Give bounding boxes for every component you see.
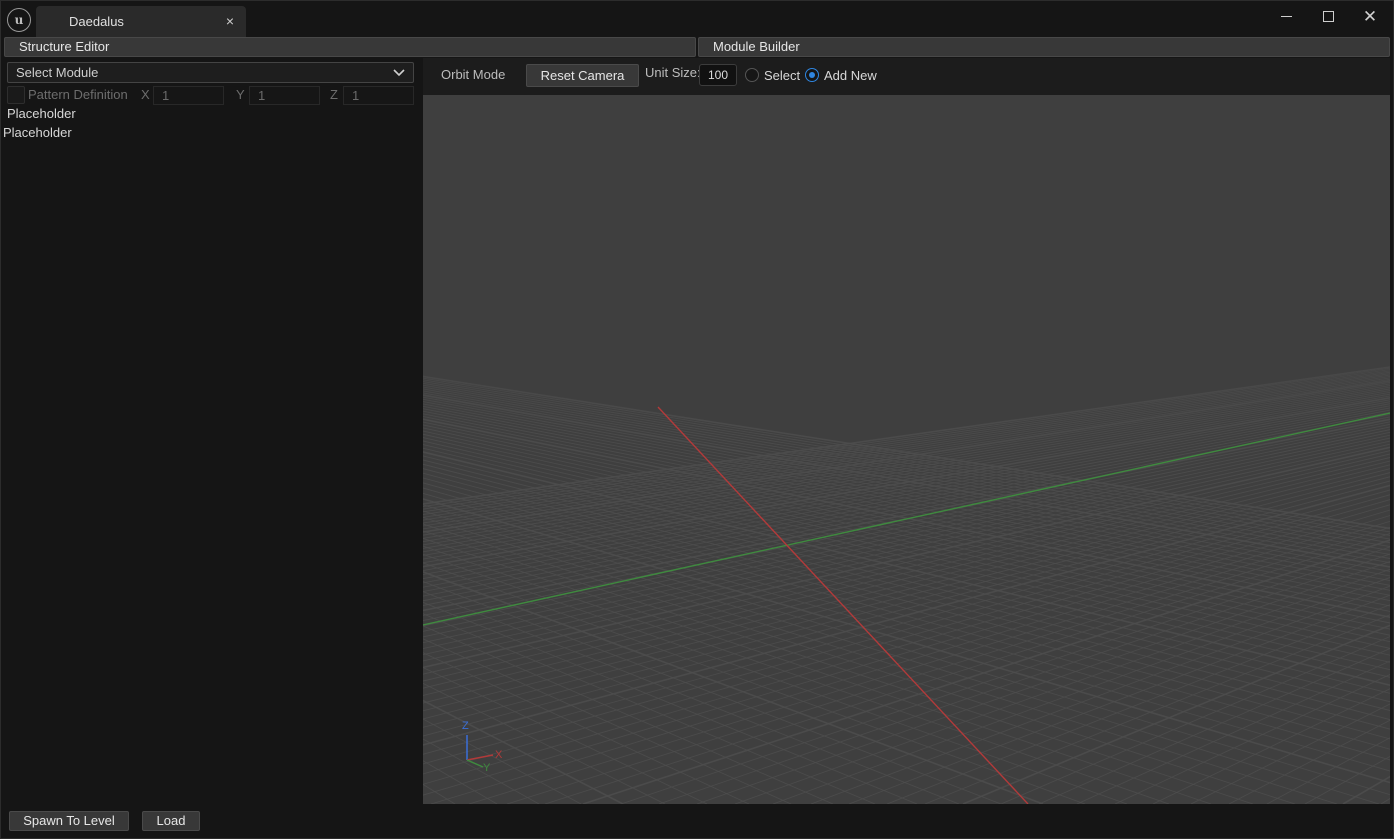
add-new-mode-radio[interactable] (805, 68, 819, 82)
title-bar: u Daedalus × ✕ (0, 0, 1394, 38)
module-builder-header: Module Builder (698, 37, 1390, 57)
pattern-y-input[interactable]: 1 (249, 86, 320, 105)
pattern-definition-row: Pattern Definition X 1 Y 1 Z 1 (7, 86, 417, 106)
tab-close-icon[interactable]: × (226, 13, 234, 29)
gizmo-x-line (466, 754, 494, 761)
structure-editor-header: Structure Editor (4, 37, 696, 57)
unit-size-input[interactable]: 100 (699, 64, 737, 86)
3d-viewport[interactable]: Z X Y (423, 95, 1390, 804)
list-item: Placeholder (3, 125, 72, 140)
pattern-definition-checkbox[interactable] (7, 86, 25, 104)
x-label: X (141, 87, 150, 102)
load-button[interactable]: Load (142, 811, 200, 831)
gizmo-y-label: Y (483, 762, 491, 774)
unit-size-label: Unit Size: (645, 65, 701, 80)
gizmo-y-line (466, 759, 484, 768)
list-item: Placeholder (7, 106, 76, 121)
pattern-definition-label: Pattern Definition (28, 87, 128, 102)
pattern-x-input[interactable]: 1 (153, 86, 224, 105)
minimize-button[interactable] (1265, 5, 1307, 27)
gizmo-x-label: X (495, 749, 503, 761)
select-mode-radio[interactable] (745, 68, 759, 82)
structure-editor-panel: Select Module Pattern Definition X 1 Y 1… (3, 58, 422, 804)
maximize-button[interactable] (1307, 5, 1349, 27)
z-label: Z (330, 87, 338, 102)
close-icon: ✕ (1362, 6, 1378, 26)
minimize-icon (1280, 15, 1292, 17)
chevron-down-icon (393, 63, 405, 77)
add-new-mode-label[interactable]: Add New (824, 68, 877, 83)
viewport-toolbar: Orbit Mode Reset Camera Unit Size: 100 S… (423, 58, 1390, 95)
viewport-scene: Z X Y (423, 95, 1390, 804)
floor-grid (423, 95, 1390, 804)
unreal-logo-icon: u (7, 8, 31, 32)
select-module-dropdown[interactable]: Select Module (7, 62, 414, 83)
maximize-icon (1322, 10, 1334, 22)
select-module-value: Select Module (16, 65, 99, 80)
horizon-fade (423, 345, 1390, 425)
document-tab[interactable]: Daedalus × (36, 6, 246, 38)
tab-title: Daedalus (69, 14, 124, 29)
select-mode-label[interactable]: Select (764, 68, 800, 83)
pattern-z-input[interactable]: 1 (343, 86, 414, 105)
bottom-bar: Spawn To Level Load (0, 804, 1394, 839)
spawn-to-level-button[interactable]: Spawn To Level (9, 811, 129, 831)
orbit-mode-label: Orbit Mode (441, 67, 506, 82)
reset-camera-button[interactable]: Reset Camera (526, 64, 639, 87)
close-window-button[interactable]: ✕ (1349, 5, 1391, 27)
y-label: Y (236, 87, 245, 102)
sky-area (423, 95, 1390, 350)
gizmo-z-label: Z (462, 720, 469, 732)
